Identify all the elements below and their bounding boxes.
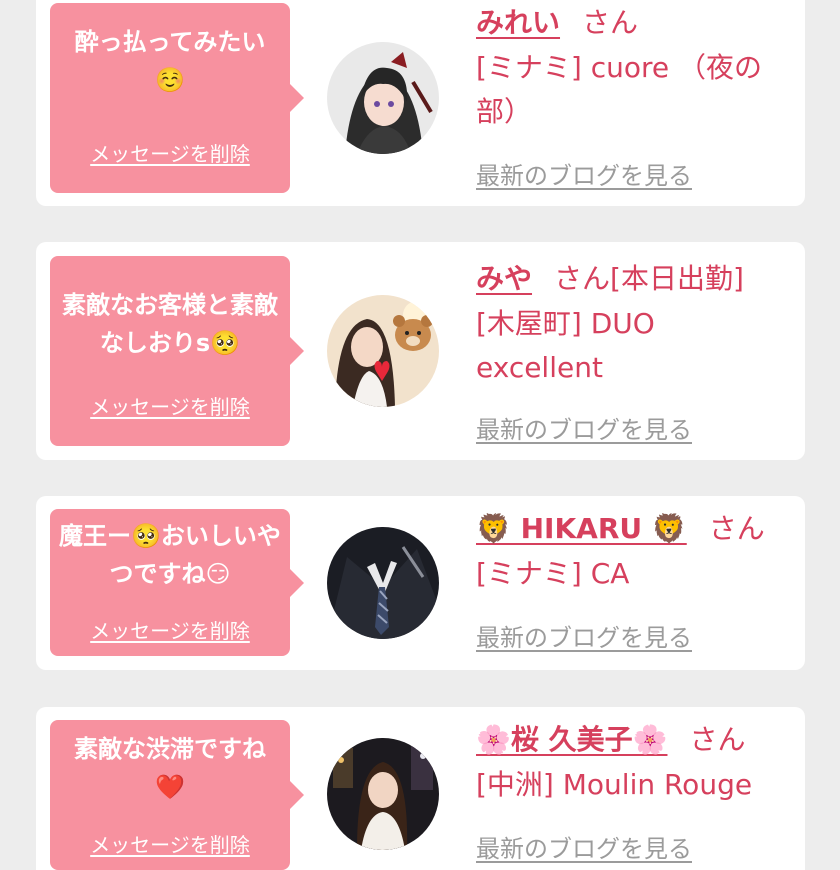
avatar[interactable] [327, 42, 439, 154]
shop-name: [ミナミ] CA [476, 557, 630, 590]
message-text: 素敵なお客様と素敵なしおりs🥺 [62, 291, 278, 357]
message-list: 酔っ払ってみたい ☺️ メッセージを削除 みれい さん [ミナミ] cuore （… [0, 0, 840, 870]
sender-name-link[interactable]: みや [476, 262, 532, 295]
message-text: 魔王ー🥺おいしいやつですね😏 [59, 522, 281, 588]
honorific: さん[本日出勤] [554, 262, 744, 295]
delete-message-link[interactable]: メッセージを削除 [50, 615, 290, 644]
latest-blog-link[interactable]: 最新のブログを見る [476, 156, 692, 191]
message-card: 素敵な渋滞ですね ❤️ メッセージを削除 🌸桜 久美子🌸 さん [中洲] Moul… [36, 707, 805, 870]
sender-name-row: 🦁 HIKARU 🦁 さん [476, 506, 795, 552]
woman-in-bar-avatar-image [327, 738, 439, 850]
message-bubble: 素敵なお客様と素敵なしおりs🥺 メッセージを削除 [50, 256, 304, 446]
sender-info: みや さん[本日出勤] [木屋町] DUO excellent [476, 256, 795, 390]
sender-name-link[interactable]: 🦁 HIKARU 🦁 [476, 512, 687, 545]
latest-blog-link[interactable]: 最新のブログを見る [476, 618, 692, 653]
sender-name-row: みれい さん [476, 0, 795, 46]
avatar[interactable] [327, 295, 439, 407]
delete-message-link[interactable]: メッセージを削除 [50, 138, 290, 167]
shop-name: [ミナミ] cuore （夜の部） [476, 51, 763, 128]
message-card: 酔っ払ってみたい ☺️ メッセージを削除 みれい さん [ミナミ] cuore （… [36, 0, 805, 206]
shop-name: [木屋町] DUO excellent [476, 307, 655, 384]
message-card: 素敵なお客様と素敵なしおりs🥺 メッセージを削除 みや さん[本日出勤] [木屋… [36, 242, 805, 460]
honorific: さん [582, 6, 639, 39]
latest-blog-link[interactable]: 最新のブログを見る [476, 410, 692, 445]
message-bubble: 魔王ー🥺おいしいやつですね😏 メッセージを削除 [50, 509, 304, 656]
avatar[interactable] [327, 738, 439, 850]
message-text: 酔っ払ってみたい ☺️ [74, 28, 266, 94]
sender-info: みれい さん [ミナミ] cuore （夜の部） [476, 0, 795, 134]
honorific: さん [689, 723, 746, 756]
delete-message-link[interactable]: メッセージを削除 [50, 391, 290, 420]
shop-name: [中洲] Moulin Rouge [476, 768, 753, 801]
message-card: 魔王ー🥺おいしいやつですね😏 メッセージを削除 🦁 HIKARU 🦁 さん [ミナ… [36, 496, 805, 670]
avatar[interactable] [327, 527, 439, 639]
man-in-suit-avatar-image [327, 527, 439, 639]
message-bubble: 酔っ払ってみたい ☺️ メッセージを削除 [50, 3, 304, 193]
sender-name-row: 🌸桜 久美子🌸 さん [476, 717, 795, 763]
sender-name-link[interactable]: 🌸桜 久美子🌸 [476, 723, 667, 756]
sender-info: 🦁 HIKARU 🦁 さん [ミナミ] CA [476, 506, 795, 596]
message-text: 素敵な渋滞ですね ❤️ [74, 735, 266, 801]
latest-blog-link[interactable]: 最新のブログを見る [476, 829, 692, 864]
delete-message-link[interactable]: メッセージを削除 [50, 829, 290, 858]
sender-name-link[interactable]: みれい [476, 6, 560, 39]
message-bubble: 素敵な渋滞ですね ❤️ メッセージを削除 [50, 720, 304, 870]
sender-name-row: みや さん[本日出勤] [476, 256, 795, 302]
honorific: さん [708, 512, 765, 545]
anime-girl-avatar-image [327, 42, 439, 154]
sender-info: 🌸桜 久美子🌸 さん [中洲] Moulin Rouge [476, 717, 795, 807]
woman-with-bear-avatar-image [327, 295, 439, 407]
